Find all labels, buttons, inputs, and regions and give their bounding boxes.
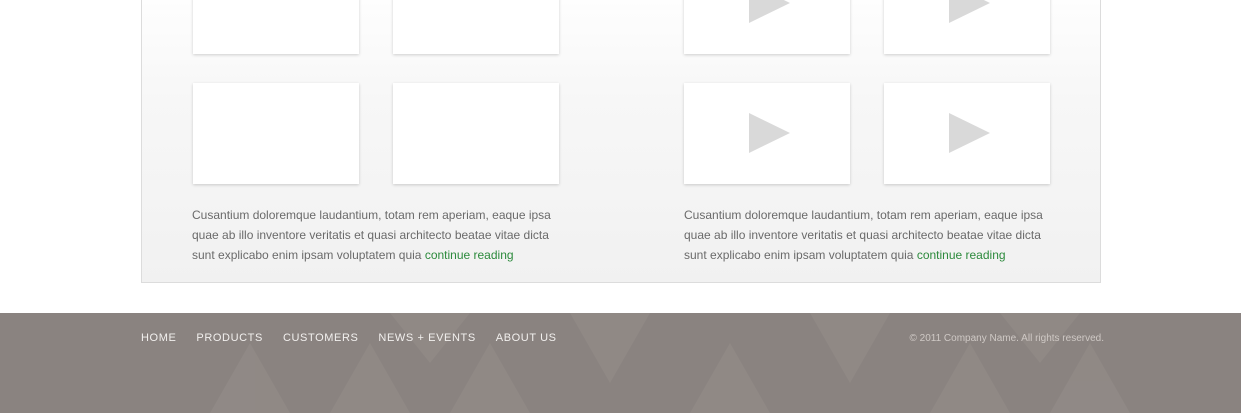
image-thumbnail[interactable] [393,0,559,54]
continue-reading-link[interactable]: continue reading [917,248,1006,262]
copyright-text: © 2011 Company Name. All rights reserved… [909,333,1105,344]
video-thumbnail[interactable] [884,0,1050,54]
footer-background-pattern [210,313,1130,413]
image-thumbnail[interactable] [393,83,559,184]
image-thumbnail[interactable] [193,83,359,184]
site-footer: HOME PRODUCTS CUSTOMERS NEWS + EVENTS AB… [0,313,1241,413]
footer-nav-news-events[interactable]: NEWS + EVENTS [378,332,475,344]
play-icon [749,0,790,23]
play-icon [949,113,990,153]
footer-nav-about-us[interactable]: ABOUT US [496,332,557,344]
content-panel: Cusantium doloremque laudantium, totam r… [141,0,1101,283]
video-thumbnail[interactable] [684,83,850,184]
video-thumbnail[interactable] [884,83,1050,184]
gallery-blurb-left: Cusantium doloremque laudantium, totam r… [192,205,572,265]
footer-nav-customers[interactable]: CUSTOMERS [283,332,358,344]
footer-nav-products[interactable]: PRODUCTS [196,332,263,344]
image-thumbnail[interactable] [193,0,359,54]
play-icon [949,0,990,23]
continue-reading-link[interactable]: continue reading [425,248,514,262]
footer-nav-home[interactable]: HOME [141,332,176,344]
video-thumbnail[interactable] [684,0,850,54]
play-icon [749,113,790,153]
gallery-blurb-right: Cusantium doloremque laudantium, totam r… [684,205,1064,265]
footer-nav: HOME PRODUCTS CUSTOMERS NEWS + EVENTS AB… [141,332,557,344]
